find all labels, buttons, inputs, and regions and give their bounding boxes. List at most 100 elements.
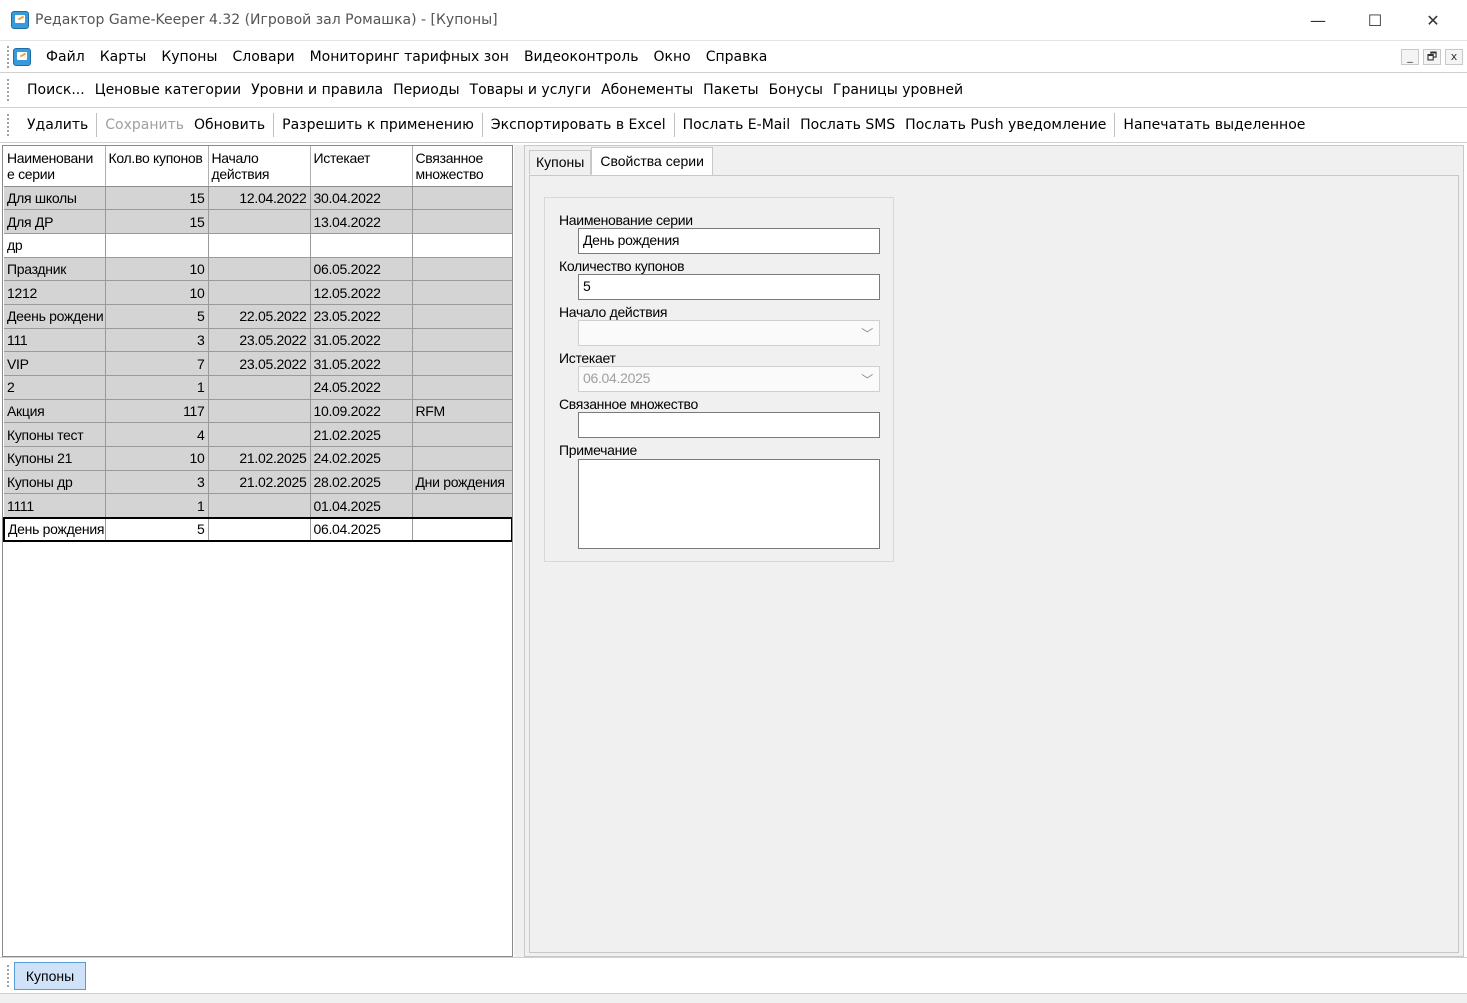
cell-start[interactable]: 12.04.2022 [208,186,311,211]
cell-name[interactable]: 1212 [4,280,106,305]
levels-rules-button[interactable]: Уровни и правила [246,82,388,98]
window-tab-coupons[interactable]: Купоны [14,961,86,990]
cell-start[interactable] [208,233,311,258]
start-date-picker[interactable]: ﹀ [578,320,880,346]
cell-start[interactable]: 23.05.2022 [208,328,311,353]
send-email-button[interactable]: Послать E-Mail [678,117,796,133]
cell-expires[interactable]: 24.05.2022 [310,375,413,400]
series-name-field[interactable]: День рождения [578,228,880,254]
cell-linked-set[interactable] [412,280,512,305]
cell-start[interactable]: 21.02.2025 [208,446,311,471]
menu-window[interactable]: Окно [653,49,690,65]
cell-name[interactable]: 1111 [4,493,106,519]
cell-name[interactable]: 2 [4,375,106,400]
cell-start[interactable] [208,257,311,282]
cell-name[interactable]: VIP [4,351,106,376]
cell-expires[interactable]: 06.04.2025 [310,516,413,543]
send-sms-button[interactable]: Послать SMS [795,117,900,133]
packages-button[interactable]: Пакеты [698,82,763,98]
table-row[interactable]: Купоны 21 10 21.02.2025 24.02.2025 [4,446,512,471]
cell-expires[interactable]: 31.05.2022 [310,351,413,376]
linked-set-field[interactable] [578,412,880,438]
cell-name[interactable]: др [4,233,106,258]
cell-expires[interactable]: 23.05.2022 [310,304,413,329]
cell-start[interactable] [208,493,311,519]
cell-name[interactable]: Акция [4,399,106,424]
table-row[interactable]: Для ДР 15 13.04.2022 [4,209,512,234]
cell-count[interactable] [105,233,209,258]
refresh-button[interactable]: Обновить [189,117,270,133]
cell-start[interactable]: 23.05.2022 [208,351,311,376]
table-row[interactable]: Купоны тест 4 21.02.2025 [4,422,512,448]
send-push-button[interactable]: Послать Push уведомление [900,117,1111,133]
cell-linked-set[interactable]: RFM [412,399,512,424]
table-row[interactable]: VIP 7 23.05.2022 31.05.2022 [4,351,512,376]
print-selected-button[interactable]: Напечатать выделенное [1118,117,1310,133]
level-bounds-button[interactable]: Границы уровней [828,82,968,98]
cell-count[interactable]: 10 [105,257,209,282]
column-header-linked-set[interactable]: Связанное множество [412,146,512,187]
table-row[interactable]: 111 3 23.05.2022 31.05.2022 [4,328,512,353]
menu-file[interactable]: Файл [46,49,85,65]
cell-name[interactable]: Праздник [4,257,106,282]
mdi-close-button[interactable]: x [1445,49,1463,65]
cell-linked-set[interactable] [412,422,512,448]
cell-expires[interactable]: 06.05.2022 [310,257,413,282]
cell-expires[interactable]: 12.05.2022 [310,280,413,305]
cell-start[interactable] [208,280,311,305]
menu-cards[interactable]: Карты [100,49,147,65]
table-row[interactable]: 1111 1 01.04.2025 [4,493,512,519]
cell-linked-set[interactable] [412,328,512,353]
cell-linked-set[interactable] [412,351,512,376]
splitter[interactable] [514,145,524,957]
table-row[interactable]: 2 1 24.05.2022 [4,375,512,400]
cell-expires[interactable]: 28.02.2025 [310,470,413,495]
cell-count[interactable]: 5 [105,516,209,543]
menu-zone-monitoring[interactable]: Мониторинг тарифных зон [310,49,509,65]
cell-count[interactable]: 10 [105,280,209,305]
note-field[interactable] [578,459,880,549]
save-button[interactable]: Сохранить [100,117,189,133]
cell-count[interactable]: 117 [105,399,209,424]
menu-video-control[interactable]: Видеоконтроль [524,49,639,65]
table-row[interactable]: Акция 117 10.09.2022 RFM [4,399,512,424]
cell-name[interactable]: Купоны тест [4,422,106,448]
cell-start[interactable] [208,516,311,543]
price-categories-button[interactable]: Ценовые категории [90,82,246,98]
cell-linked-set[interactable] [412,186,512,211]
mdi-minimize-button[interactable]: _ [1401,49,1419,65]
cell-name[interactable]: Купоны 21 [4,446,106,471]
tab-series-properties[interactable]: Свойства серии [591,147,713,175]
cell-count[interactable]: 3 [105,328,209,353]
cell-name[interactable]: Деень рождени [4,304,106,329]
chevron-down-icon[interactable]: ﹀ [861,325,873,342]
export-excel-button[interactable]: Экспортировать в Excel [486,117,671,133]
goods-services-button[interactable]: Товары и услуги [465,82,597,98]
tabbar-grip[interactable] [7,964,10,987]
menu-help[interactable]: Справка [706,49,768,65]
coupon-count-field[interactable]: 5 [578,274,880,300]
column-header-start[interactable]: Начало действия [208,146,311,187]
cell-linked-set[interactable] [412,493,512,519]
chevron-down-icon[interactable]: ﹀ [861,371,873,388]
cell-expires[interactable] [310,233,413,258]
toolbar-grip[interactable] [7,114,10,136]
coupon-series-grid[interactable]: Наименовани е серии Кол.во купонов Начал… [2,145,513,957]
column-header-expires[interactable]: Истекает [310,146,413,187]
cell-start[interactable]: 22.05.2022 [208,304,311,329]
periods-button[interactable]: Периоды [388,82,464,98]
tab-coupons[interactable]: Купоны [529,150,592,174]
cell-start[interactable] [208,399,311,424]
cell-count[interactable]: 5 [105,304,209,329]
table-row[interactable]: Деень рождени 5 22.05.2022 23.05.2022 [4,304,512,329]
menu-coupons[interactable]: Купоны [161,49,217,65]
cell-start[interactable] [208,375,311,400]
cell-count[interactable]: 15 [105,186,209,211]
cell-expires[interactable]: 13.04.2022 [310,209,413,234]
bonuses-button[interactable]: Бонусы [764,82,828,98]
cell-count[interactable]: 1 [105,493,209,519]
cell-linked-set[interactable] [412,446,512,471]
cell-linked-set[interactable] [412,304,512,329]
cell-linked-set[interactable] [412,209,512,234]
cell-count[interactable]: 3 [105,470,209,495]
